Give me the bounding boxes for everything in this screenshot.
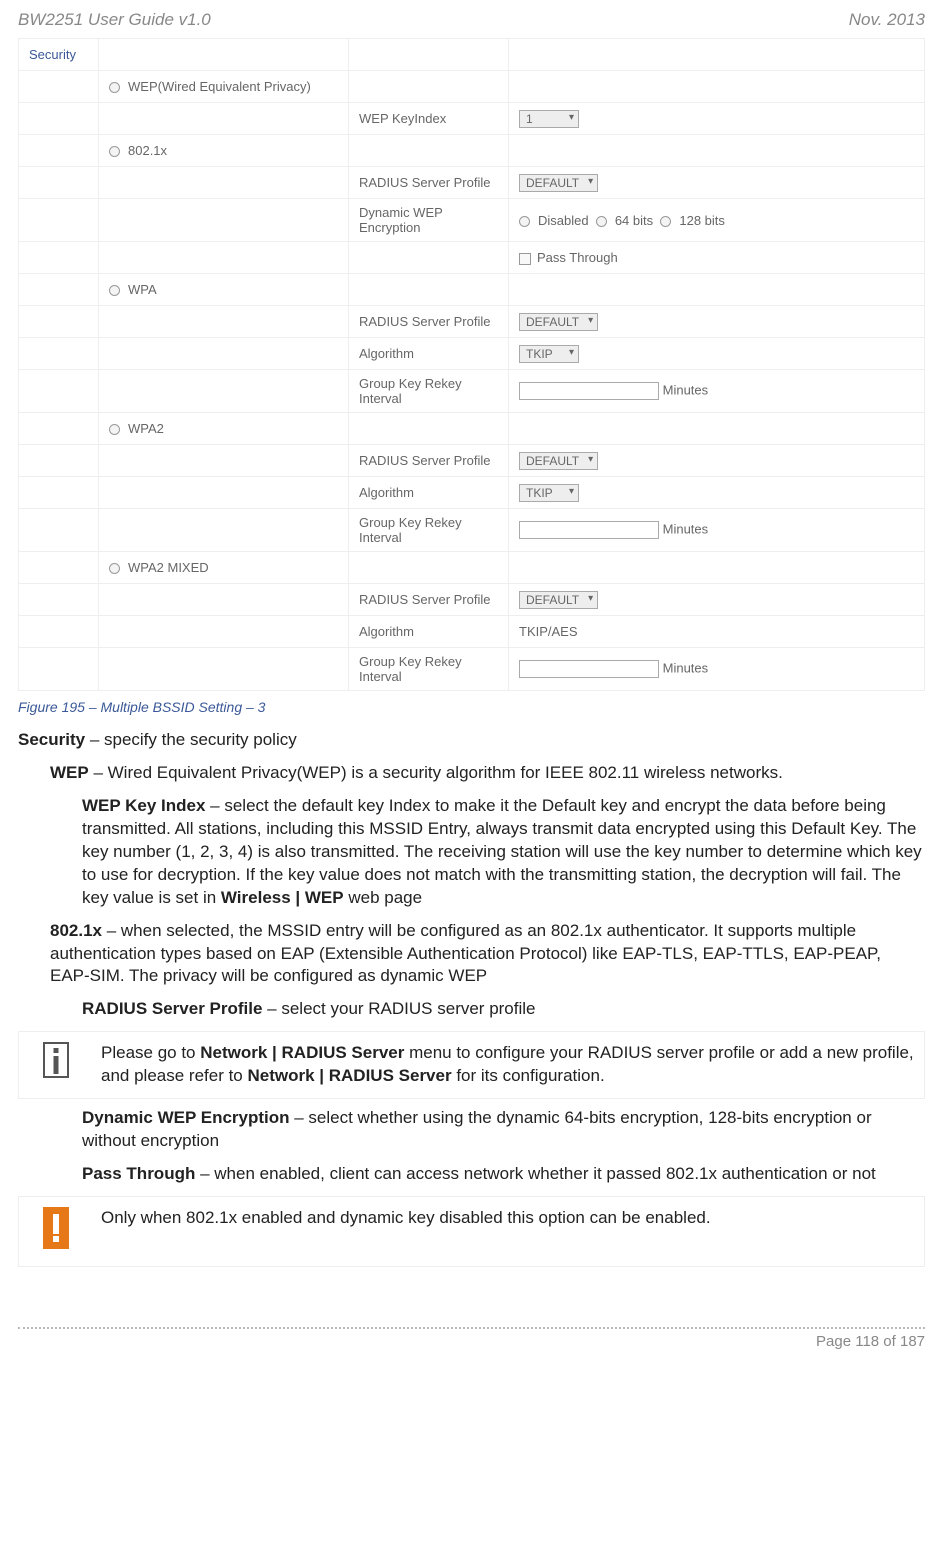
radio-wpa2-mixed[interactable] bbox=[109, 563, 120, 574]
dynamic-wep-label: Dynamic WEP Encryption bbox=[349, 199, 509, 242]
radio-wep[interactable] bbox=[109, 82, 120, 93]
radio-dyn-64[interactable] bbox=[596, 216, 607, 227]
radius-profile-select-4[interactable]: DEFAULT bbox=[519, 591, 598, 609]
radius-profile-select-2[interactable]: DEFAULT bbox=[519, 313, 598, 331]
radius-profile-label-2: RADIUS Server Profile bbox=[349, 306, 509, 338]
radius-profile-label-3: RADIUS Server Profile bbox=[349, 445, 509, 477]
radius-profile-label-1: RADIUS Server Profile bbox=[349, 167, 509, 199]
wep-keyindex-select[interactable]: 1 bbox=[519, 110, 579, 128]
algorithm-select-2[interactable]: TKIP bbox=[519, 484, 579, 502]
header-right: Nov. 2013 bbox=[849, 10, 925, 30]
algorithm-label-2: Algorithm bbox=[349, 477, 509, 509]
info-note: Please go to Network | RADIUS Server men… bbox=[18, 1031, 925, 1099]
group-key-input-1[interactable] bbox=[519, 382, 659, 400]
security-label: Security bbox=[19, 39, 99, 71]
header-left: BW2251 User Guide v1.0 bbox=[18, 10, 211, 30]
wep-keyindex-label: WEP KeyIndex bbox=[349, 103, 509, 135]
radio-dyn-disabled[interactable] bbox=[519, 216, 530, 227]
radius-profile-select-1[interactable]: DEFAULT bbox=[519, 174, 598, 192]
radio-wpa2[interactable] bbox=[109, 424, 120, 435]
radio-wpa[interactable] bbox=[109, 285, 120, 296]
page-footer: Page 118 of 187 bbox=[18, 1327, 925, 1350]
group-key-input-3[interactable] bbox=[519, 660, 659, 678]
warning-icon bbox=[43, 1207, 69, 1249]
group-key-label-1: Group Key Rekey Interval bbox=[349, 370, 509, 413]
8021x-option-label: 802.1x bbox=[128, 143, 167, 158]
page-header: BW2251 User Guide v1.0 Nov. 2013 bbox=[18, 10, 925, 30]
info-icon bbox=[43, 1042, 69, 1078]
radius-profile-select-3[interactable]: DEFAULT bbox=[519, 452, 598, 470]
body-content: Security – specify the security policy W… bbox=[18, 729, 925, 1267]
info-note-text: Please go to Network | RADIUS Server men… bbox=[93, 1034, 922, 1096]
warning-note-text: Only when 802.1x enabled and dynamic key… bbox=[93, 1199, 922, 1264]
wpa-option-label: WPA bbox=[128, 282, 157, 297]
algorithm-label-1: Algorithm bbox=[349, 338, 509, 370]
security-config-table: Security WEP(Wired Equivalent Privacy) W… bbox=[18, 38, 925, 691]
algorithm-select-1[interactable]: TKIP bbox=[519, 345, 579, 363]
radio-dyn-128[interactable] bbox=[660, 216, 671, 227]
radio-8021x[interactable] bbox=[109, 146, 120, 157]
wpa2-mixed-option-label: WPA2 MIXED bbox=[128, 560, 209, 575]
algorithm-label-3: Algorithm bbox=[349, 616, 509, 648]
group-key-label-2: Group Key Rekey Interval bbox=[349, 509, 509, 552]
wpa2-option-label: WPA2 bbox=[128, 421, 164, 436]
tkip-aes-value: TKIP/AES bbox=[509, 616, 925, 648]
group-key-input-2[interactable] bbox=[519, 521, 659, 539]
wep-option-label: WEP(Wired Equivalent Privacy) bbox=[128, 79, 311, 94]
radius-profile-label-4: RADIUS Server Profile bbox=[349, 584, 509, 616]
figure-caption: Figure 195 – Multiple BSSID Setting – 3 bbox=[18, 699, 925, 715]
page-number: Page 118 of 187 bbox=[816, 1333, 925, 1350]
checkbox-pass-through[interactable] bbox=[519, 253, 531, 265]
group-key-label-3: Group Key Rekey Interval bbox=[349, 648, 509, 691]
warning-note: Only when 802.1x enabled and dynamic key… bbox=[18, 1196, 925, 1267]
